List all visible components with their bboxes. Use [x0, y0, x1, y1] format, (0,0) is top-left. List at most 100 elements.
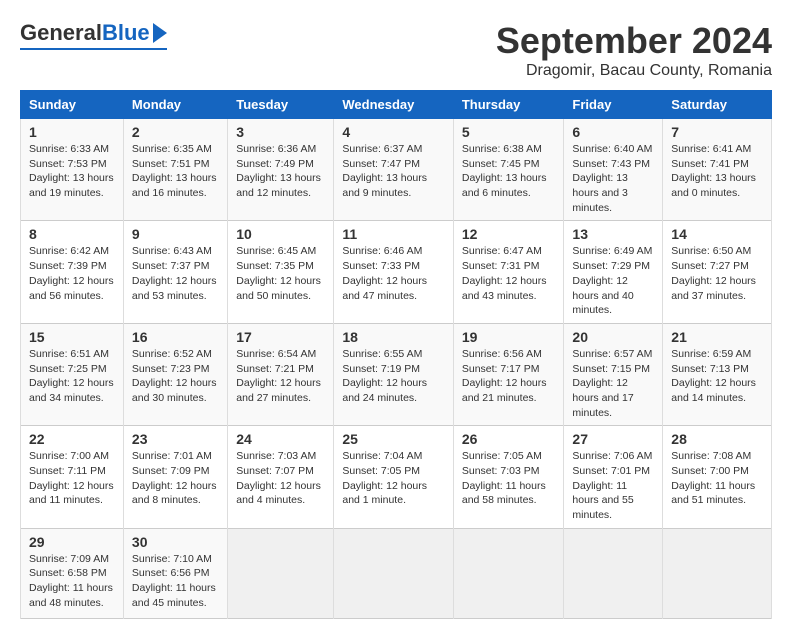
- day-number: 13: [572, 226, 654, 242]
- day-number: 16: [132, 329, 219, 345]
- calendar-cell: 27 Sunrise: 7:06 AM Sunset: 7:01 PM Dayl…: [564, 426, 663, 528]
- day-info: Sunrise: 6:35 AM Sunset: 7:51 PM Dayligh…: [132, 142, 219, 201]
- day-number: 6: [572, 124, 654, 140]
- day-info: Sunrise: 7:08 AM Sunset: 7:00 PM Dayligh…: [671, 449, 763, 508]
- day-info: Sunrise: 6:43 AM Sunset: 7:37 PM Dayligh…: [132, 244, 219, 303]
- day-info: Sunrise: 6:57 AM Sunset: 7:15 PM Dayligh…: [572, 347, 654, 420]
- calendar-cell: 4 Sunrise: 6:37 AM Sunset: 7:47 PM Dayli…: [334, 119, 454, 221]
- day-info: Sunrise: 7:04 AM Sunset: 7:05 PM Dayligh…: [342, 449, 445, 508]
- calendar-cell: 17 Sunrise: 6:54 AM Sunset: 7:21 PM Dayl…: [228, 323, 334, 425]
- day-info: Sunrise: 7:10 AM Sunset: 6:56 PM Dayligh…: [132, 552, 219, 611]
- weekday-friday: Friday: [564, 91, 663, 119]
- calendar-cell: 16 Sunrise: 6:52 AM Sunset: 7:23 PM Dayl…: [123, 323, 227, 425]
- day-number: 15: [29, 329, 115, 345]
- week-row-5: 29 Sunrise: 7:09 AM Sunset: 6:58 PM Dayl…: [21, 528, 772, 618]
- day-info: Sunrise: 6:40 AM Sunset: 7:43 PM Dayligh…: [572, 142, 654, 215]
- calendar-cell: [453, 528, 564, 618]
- day-number: 30: [132, 534, 219, 550]
- day-number: 18: [342, 329, 445, 345]
- page-header: General Blue September 2024 Dragomir, Ba…: [20, 20, 772, 80]
- week-row-3: 15 Sunrise: 6:51 AM Sunset: 7:25 PM Dayl…: [21, 323, 772, 425]
- day-number: 28: [671, 431, 763, 447]
- logo-underline: [20, 48, 167, 50]
- day-info: Sunrise: 6:37 AM Sunset: 7:47 PM Dayligh…: [342, 142, 445, 201]
- day-info: Sunrise: 6:52 AM Sunset: 7:23 PM Dayligh…: [132, 347, 219, 406]
- day-info: Sunrise: 7:09 AM Sunset: 6:58 PM Dayligh…: [29, 552, 115, 611]
- day-info: Sunrise: 6:42 AM Sunset: 7:39 PM Dayligh…: [29, 244, 115, 303]
- calendar-cell: [564, 528, 663, 618]
- day-number: 1: [29, 124, 115, 140]
- day-info: Sunrise: 7:06 AM Sunset: 7:01 PM Dayligh…: [572, 449, 654, 522]
- calendar-cell: 5 Sunrise: 6:38 AM Sunset: 7:45 PM Dayli…: [453, 119, 564, 221]
- day-info: Sunrise: 7:03 AM Sunset: 7:07 PM Dayligh…: [236, 449, 325, 508]
- day-info: Sunrise: 6:38 AM Sunset: 7:45 PM Dayligh…: [462, 142, 556, 201]
- day-number: 2: [132, 124, 219, 140]
- day-info: Sunrise: 6:41 AM Sunset: 7:41 PM Dayligh…: [671, 142, 763, 201]
- day-number: 7: [671, 124, 763, 140]
- day-info: Sunrise: 6:36 AM Sunset: 7:49 PM Dayligh…: [236, 142, 325, 201]
- calendar-cell: 10 Sunrise: 6:45 AM Sunset: 7:35 PM Dayl…: [228, 221, 334, 323]
- day-info: Sunrise: 7:01 AM Sunset: 7:09 PM Dayligh…: [132, 449, 219, 508]
- calendar-table: SundayMondayTuesdayWednesdayThursdayFrid…: [20, 90, 772, 619]
- week-row-1: 1 Sunrise: 6:33 AM Sunset: 7:53 PM Dayli…: [21, 119, 772, 221]
- weekday-sunday: Sunday: [21, 91, 124, 119]
- calendar-cell: 6 Sunrise: 6:40 AM Sunset: 7:43 PM Dayli…: [564, 119, 663, 221]
- week-row-2: 8 Sunrise: 6:42 AM Sunset: 7:39 PM Dayli…: [21, 221, 772, 323]
- title-section: September 2024 Dragomir, Bacau County, R…: [496, 20, 772, 80]
- weekday-monday: Monday: [123, 91, 227, 119]
- calendar-cell: 12 Sunrise: 6:47 AM Sunset: 7:31 PM Dayl…: [453, 221, 564, 323]
- day-info: Sunrise: 6:51 AM Sunset: 7:25 PM Dayligh…: [29, 347, 115, 406]
- logo-blue: Blue: [102, 20, 150, 46]
- day-info: Sunrise: 6:56 AM Sunset: 7:17 PM Dayligh…: [462, 347, 556, 406]
- day-number: 5: [462, 124, 556, 140]
- calendar-body: 1 Sunrise: 6:33 AM Sunset: 7:53 PM Dayli…: [21, 119, 772, 619]
- calendar-cell: 20 Sunrise: 6:57 AM Sunset: 7:15 PM Dayl…: [564, 323, 663, 425]
- day-info: Sunrise: 6:55 AM Sunset: 7:19 PM Dayligh…: [342, 347, 445, 406]
- logo: General Blue: [20, 20, 167, 50]
- day-number: 11: [342, 226, 445, 242]
- calendar-cell: 1 Sunrise: 6:33 AM Sunset: 7:53 PM Dayli…: [21, 119, 124, 221]
- calendar-cell: 18 Sunrise: 6:55 AM Sunset: 7:19 PM Dayl…: [334, 323, 454, 425]
- day-info: Sunrise: 6:49 AM Sunset: 7:29 PM Dayligh…: [572, 244, 654, 317]
- day-number: 14: [671, 226, 763, 242]
- day-number: 24: [236, 431, 325, 447]
- logo-general: General: [20, 20, 102, 46]
- calendar-cell: 8 Sunrise: 6:42 AM Sunset: 7:39 PM Dayli…: [21, 221, 124, 323]
- day-number: 4: [342, 124, 445, 140]
- day-number: 12: [462, 226, 556, 242]
- day-number: 22: [29, 431, 115, 447]
- calendar-cell: 3 Sunrise: 6:36 AM Sunset: 7:49 PM Dayli…: [228, 119, 334, 221]
- calendar-cell: 30 Sunrise: 7:10 AM Sunset: 6:56 PM Dayl…: [123, 528, 227, 618]
- day-number: 17: [236, 329, 325, 345]
- weekday-tuesday: Tuesday: [228, 91, 334, 119]
- calendar-cell: [663, 528, 772, 618]
- weekday-header-row: SundayMondayTuesdayWednesdayThursdayFrid…: [21, 91, 772, 119]
- calendar-cell: 19 Sunrise: 6:56 AM Sunset: 7:17 PM Dayl…: [453, 323, 564, 425]
- day-number: 26: [462, 431, 556, 447]
- weekday-saturday: Saturday: [663, 91, 772, 119]
- day-number: 9: [132, 226, 219, 242]
- calendar-cell: 14 Sunrise: 6:50 AM Sunset: 7:27 PM Dayl…: [663, 221, 772, 323]
- day-info: Sunrise: 7:00 AM Sunset: 7:11 PM Dayligh…: [29, 449, 115, 508]
- calendar-cell: 9 Sunrise: 6:43 AM Sunset: 7:37 PM Dayli…: [123, 221, 227, 323]
- calendar-cell: 11 Sunrise: 6:46 AM Sunset: 7:33 PM Dayl…: [334, 221, 454, 323]
- calendar-cell: 21 Sunrise: 6:59 AM Sunset: 7:13 PM Dayl…: [663, 323, 772, 425]
- calendar-cell: 26 Sunrise: 7:05 AM Sunset: 7:03 PM Dayl…: [453, 426, 564, 528]
- day-number: 8: [29, 226, 115, 242]
- calendar-cell: 28 Sunrise: 7:08 AM Sunset: 7:00 PM Dayl…: [663, 426, 772, 528]
- day-info: Sunrise: 6:59 AM Sunset: 7:13 PM Dayligh…: [671, 347, 763, 406]
- day-info: Sunrise: 6:45 AM Sunset: 7:35 PM Dayligh…: [236, 244, 325, 303]
- day-info: Sunrise: 6:33 AM Sunset: 7:53 PM Dayligh…: [29, 142, 115, 201]
- weekday-wednesday: Wednesday: [334, 91, 454, 119]
- calendar-cell: 7 Sunrise: 6:41 AM Sunset: 7:41 PM Dayli…: [663, 119, 772, 221]
- day-info: Sunrise: 6:47 AM Sunset: 7:31 PM Dayligh…: [462, 244, 556, 303]
- day-info: Sunrise: 7:05 AM Sunset: 7:03 PM Dayligh…: [462, 449, 556, 508]
- day-info: Sunrise: 6:50 AM Sunset: 7:27 PM Dayligh…: [671, 244, 763, 303]
- day-number: 27: [572, 431, 654, 447]
- day-number: 3: [236, 124, 325, 140]
- calendar-cell: 15 Sunrise: 6:51 AM Sunset: 7:25 PM Dayl…: [21, 323, 124, 425]
- day-number: 29: [29, 534, 115, 550]
- day-number: 19: [462, 329, 556, 345]
- day-info: Sunrise: 6:46 AM Sunset: 7:33 PM Dayligh…: [342, 244, 445, 303]
- day-number: 10: [236, 226, 325, 242]
